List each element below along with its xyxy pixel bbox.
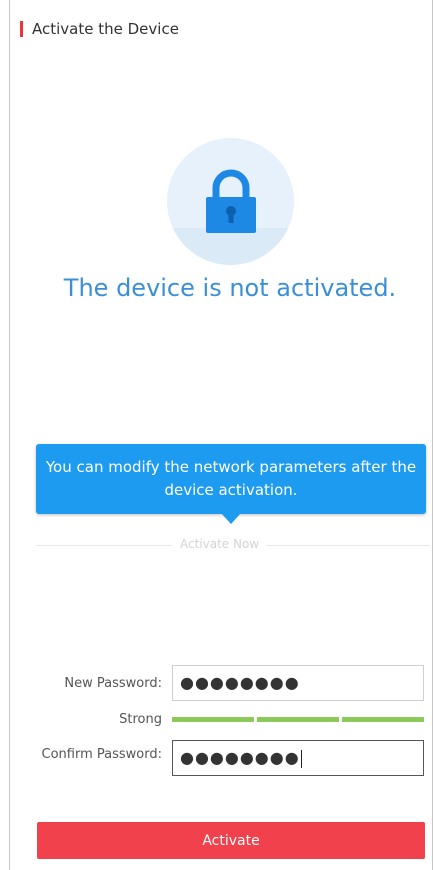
header-accent-bar (20, 21, 23, 37)
password-strength-bar (172, 717, 424, 722)
confirm-password-value: ●●●●●●●● (180, 748, 300, 767)
new-password-value: ●●●●●●●● (180, 673, 300, 692)
tooltip-arrow (221, 513, 241, 524)
window-border-left (9, 0, 10, 870)
confirm-password-label: Confirm Password: (41, 747, 162, 762)
password-strength-label: Strong (119, 712, 162, 727)
strength-segment-strong (342, 717, 424, 722)
lock-icon (206, 169, 256, 233)
tooltip-text: You can modify the network parameters af… (45, 458, 417, 499)
strength-segment-medium (257, 717, 339, 722)
text-caret (300, 749, 302, 768)
new-password-input[interactable]: ●●●●●●●● (172, 665, 424, 701)
window-border-right (432, 0, 433, 870)
new-password-label: New Password: (64, 676, 162, 691)
activate-button[interactable]: Activate (37, 822, 425, 859)
page-title: Activate the Device (32, 20, 179, 38)
page-header: Activate the Device (20, 19, 179, 39)
strength-segment-weak (172, 717, 254, 722)
lock-badge (167, 138, 294, 265)
activate-now-label: Activate Now (172, 537, 268, 551)
network-info-tooltip: You can modify the network parameters af… (36, 444, 426, 514)
activation-status-message: The device is not activated. (63, 274, 397, 302)
confirm-password-input[interactable]: ●●●●●●●● (172, 740, 424, 776)
